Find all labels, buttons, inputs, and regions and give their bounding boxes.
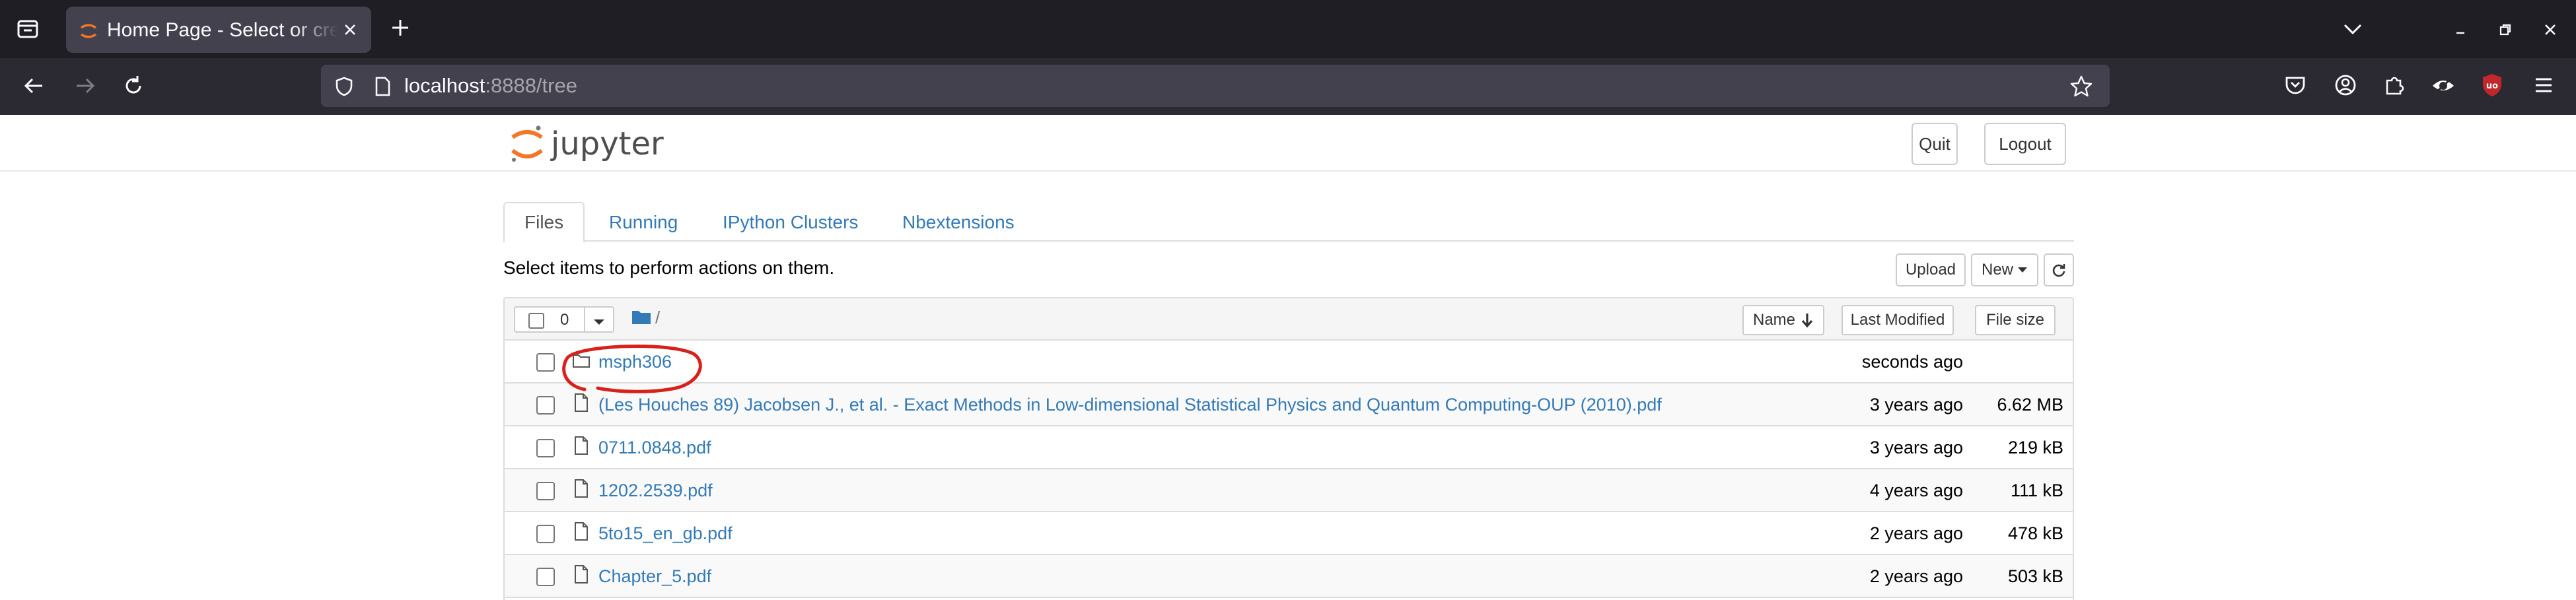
jupyter-page: jupyter Quit Logout Files Running IPytho…: [0, 115, 2576, 600]
caret-down-icon: [2018, 267, 2027, 273]
browser-tab-title: Home Page - Select or create a notebook: [107, 20, 338, 40]
list-item-file[interactable]: (Les Houches 89) Jacobsen J., et al. - E…: [505, 383, 2073, 426]
tab-nbextensions[interactable]: Nbextensions: [882, 202, 1034, 243]
minimize-icon[interactable]: [2451, 20, 2470, 40]
file-name-link[interactable]: (Les Houches 89) Jacobsen J., et al. - E…: [598, 393, 1662, 417]
file-name-link[interactable]: 0711.0848.pdf: [598, 436, 711, 459]
refresh-icon: [2052, 264, 2065, 277]
notebook-list: 0 / Name Last Modified File size msph306…: [503, 297, 2074, 600]
file-name-link[interactable]: 5to15_en_gb.pdf: [598, 521, 733, 545]
browser-nav-bar: localhost:8888/tree uo: [0, 58, 2576, 115]
select-menu-caret-icon[interactable]: [593, 317, 605, 325]
jupyter-logo-icon: [511, 125, 543, 162]
breadcrumb-root[interactable]: /: [655, 306, 660, 329]
file-size: 6.62 MB: [1997, 395, 2063, 415]
sort-by-size-button[interactable]: File size: [1975, 305, 2056, 335]
jupyter-logo[interactable]: jupyter: [507, 121, 679, 165]
last-modified: 4 years ago: [1869, 481, 1963, 500]
jupyter-wordmark: jupyter: [551, 125, 664, 162]
row-checkbox[interactable]: [536, 568, 555, 586]
row-checkbox[interactable]: [536, 525, 555, 543]
new-tab-icon[interactable]: [388, 16, 412, 40]
new-dropdown-button[interactable]: New: [1971, 253, 2038, 286]
reload-icon[interactable]: [119, 71, 148, 100]
select-divider: [584, 308, 585, 331]
extensions-icon[interactable]: [2380, 71, 2408, 99]
file-size: 478 kB: [2007, 523, 2063, 543]
breadcrumb-folder-icon[interactable]: [631, 309, 651, 325]
sort-by-modified-button[interactable]: Last Modified: [1842, 305, 1954, 335]
upload-button[interactable]: Upload: [1896, 253, 1966, 286]
quit-button[interactable]: Quit: [1912, 123, 1958, 165]
list-item-folder-msph306[interactable]: msph306 seconds ago: [505, 341, 2073, 383]
pocket-icon[interactable]: [2281, 71, 2309, 99]
row-checkbox[interactable]: [536, 482, 555, 500]
url-bar[interactable]: localhost:8888/tree: [321, 65, 2110, 107]
chevron-down-icon[interactable]: [2342, 20, 2363, 38]
browser-tab-bar: Home Page - Select or create a notebook: [0, 0, 2576, 58]
notebook-list-header: 0 / Name Last Modified File size: [505, 298, 2073, 341]
jupyter-favicon-icon: [79, 22, 98, 40]
svg-text:uo: uo: [2486, 81, 2498, 91]
list-item-file[interactable]: 1202.2539.pdf 4 years ago 111 kB: [505, 469, 2073, 512]
file-icon: [572, 564, 590, 584]
forward-arrow-icon[interactable]: [70, 71, 99, 100]
tab-files[interactable]: Files: [503, 202, 585, 243]
refresh-button[interactable]: [2044, 253, 2074, 286]
file-icon: [572, 393, 590, 413]
select-all-checkbox[interactable]: [528, 313, 544, 329]
name-column-label: Name: [1752, 311, 1796, 329]
file-name-link[interactable]: Chapter_5.pdf: [598, 564, 711, 588]
restore-icon[interactable]: [2495, 20, 2515, 40]
window-close-icon[interactable]: [2540, 20, 2560, 40]
last-modified: 2 years ago: [1869, 566, 1963, 586]
list-item-file[interactable]: 5to15_en_gb.pdf 2 years ago 478 kB: [505, 512, 2073, 555]
row-checkbox[interactable]: [536, 353, 555, 372]
logout-button[interactable]: Logout: [1984, 123, 2066, 165]
tab-running[interactable]: Running: [589, 202, 698, 243]
last-modified: 3 years ago: [1869, 438, 1963, 457]
tab-overview-icon[interactable]: [15, 16, 41, 42]
jupyter-header: jupyter Quit Logout: [0, 115, 2576, 172]
arrow-down-icon: [1801, 314, 1813, 328]
page-info-icon[interactable]: [373, 75, 392, 98]
jupyter-tabs: Files Running IPython Clusters Nbextensi…: [503, 202, 2074, 243]
ublock-origin-icon[interactable]: uo: [2478, 71, 2506, 99]
hamburger-menu-icon[interactable]: [2530, 71, 2558, 99]
tab-close-icon[interactable]: [340, 20, 360, 40]
eye-extension-icon[interactable]: [2429, 71, 2457, 99]
bookmark-star-icon[interactable]: [2069, 74, 2094, 99]
last-modified: 2 years ago: [1869, 523, 1963, 543]
last-modified: seconds ago: [1861, 352, 1963, 372]
list-item-file[interactable]: Chapter_5.pdf 2 years ago 503 kB: [505, 555, 2073, 598]
row-checkbox[interactable]: [536, 396, 555, 415]
select-all-group: 0: [514, 306, 614, 333]
tracking-shield-icon[interactable]: [333, 75, 355, 98]
new-button-label: New: [1981, 261, 2013, 279]
select-hint-text: Select items to perform actions on them.: [503, 257, 835, 278]
list-item-file[interactable]: 0711.0848.pdf 3 years ago 219 kB: [505, 426, 2073, 469]
browser-tab-active[interactable]: Home Page - Select or create a notebook: [66, 7, 371, 53]
last-modified: 3 years ago: [1869, 395, 1963, 415]
file-size: 219 kB: [2007, 438, 2063, 457]
file-icon: [572, 436, 590, 455]
selected-count: 0: [560, 311, 569, 329]
file-size: 111 kB: [2010, 481, 2063, 500]
file-icon: [572, 479, 590, 498]
annotation-circle: [562, 345, 702, 393]
file-name-link[interactable]: 1202.2539.pdf: [598, 479, 713, 502]
tab-ipython-clusters[interactable]: IPython Clusters: [703, 202, 878, 243]
back-arrow-icon[interactable]: [20, 71, 49, 100]
row-checkbox[interactable]: [536, 439, 555, 457]
file-icon: [572, 521, 590, 541]
url-text[interactable]: localhost:8888/tree: [404, 74, 577, 98]
file-size: 503 kB: [2007, 566, 2063, 586]
account-icon[interactable]: [2332, 71, 2359, 99]
sort-by-name-button[interactable]: Name: [1742, 305, 1824, 335]
